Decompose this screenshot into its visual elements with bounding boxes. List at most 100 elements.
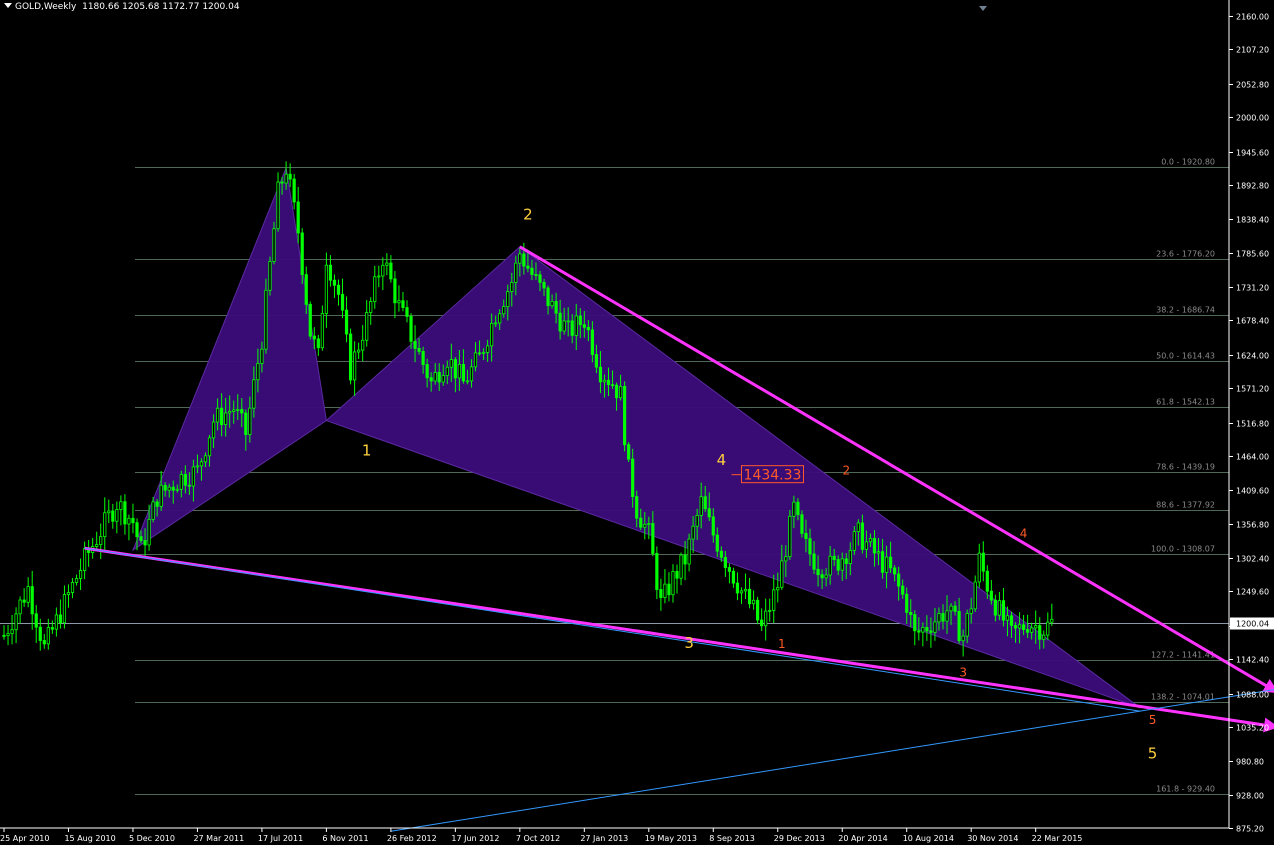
candle-body xyxy=(623,386,627,446)
candle-body xyxy=(147,518,151,546)
candle-body xyxy=(163,484,167,491)
candle-body xyxy=(224,412,228,426)
candle-body xyxy=(917,630,921,633)
candle-body xyxy=(550,300,554,307)
candle-body xyxy=(236,409,240,411)
candle-body xyxy=(123,501,127,525)
fib-level-label: 50.0 - 1614.43 xyxy=(1156,352,1215,361)
candle-body xyxy=(38,626,42,641)
chart-header: GOLD,Weekly 1180.66 1205.68 1172.77 1200… xyxy=(4,2,240,12)
candle-body xyxy=(889,556,893,569)
y-tick-label: 875.20 xyxy=(1236,825,1264,834)
candle-body xyxy=(901,585,905,595)
candle-body xyxy=(207,437,212,457)
x-tick-label: 25 Apr 2010 xyxy=(0,834,49,843)
candle-body xyxy=(651,523,655,554)
candle-body xyxy=(711,516,715,536)
candle-body xyxy=(1046,621,1050,636)
y-tick-label: 1249.60 xyxy=(1236,588,1269,597)
candle-body xyxy=(199,461,204,467)
candle-body xyxy=(897,573,901,587)
candle-body xyxy=(913,614,917,632)
candle-body xyxy=(494,322,498,325)
candle-body xyxy=(50,627,54,630)
wave-label: 5 xyxy=(1149,713,1157,727)
candle-body xyxy=(357,349,361,353)
candle-body xyxy=(909,612,913,615)
candle-body xyxy=(695,515,699,527)
candle-body xyxy=(715,534,719,552)
candle-body xyxy=(627,444,631,460)
candle-body xyxy=(526,265,530,269)
candle-body xyxy=(159,484,163,507)
candle-body xyxy=(941,613,945,622)
candle-body xyxy=(401,300,405,308)
candle-body xyxy=(852,531,856,551)
candle-body xyxy=(14,613,18,631)
candle-body xyxy=(683,554,687,565)
y-tick-label: 1892.80 xyxy=(1236,182,1269,191)
candle-body xyxy=(252,379,256,409)
candle-body xyxy=(905,593,909,613)
candle-body xyxy=(590,329,594,355)
candle-body xyxy=(973,581,977,610)
candle-body xyxy=(719,550,723,558)
current-price-tag-text: 1200.04 xyxy=(1236,620,1269,629)
candle-body xyxy=(667,583,671,596)
fib-level-label: 0.0 - 1920.80 xyxy=(1161,158,1215,167)
candle-body xyxy=(54,614,58,630)
candle-body xyxy=(2,634,6,637)
y-tick-label: 2107.20 xyxy=(1236,46,1269,55)
candle-body xyxy=(542,281,546,289)
candle-body xyxy=(119,501,123,510)
candle-body xyxy=(659,589,663,598)
candle-body xyxy=(332,279,337,286)
candle-body xyxy=(99,536,103,545)
candle-body xyxy=(582,324,586,328)
candle-body xyxy=(820,574,824,579)
harmonic-pattern xyxy=(131,165,1141,709)
candle-body xyxy=(780,560,784,588)
candle-body xyxy=(792,501,796,517)
candle-body xyxy=(743,588,748,592)
candle-body xyxy=(385,262,389,266)
candle-body xyxy=(232,409,236,412)
wave-label: 3 xyxy=(959,665,967,679)
candle-body xyxy=(316,338,320,349)
candle-body xyxy=(614,384,619,399)
candle-body xyxy=(344,309,349,335)
candle-body xyxy=(860,522,864,550)
candle-body xyxy=(586,326,590,331)
candle-body xyxy=(481,352,486,354)
candle-body xyxy=(691,525,695,540)
chart-menu-icon[interactable] xyxy=(4,3,12,8)
candle-body xyxy=(167,486,171,491)
candle-body xyxy=(95,544,99,547)
candle-body xyxy=(768,610,772,612)
candle-body xyxy=(433,372,437,382)
candle-body xyxy=(868,538,873,543)
candle-body xyxy=(880,551,885,573)
candle-body xyxy=(756,599,760,621)
candle-body xyxy=(155,501,159,507)
candle-body xyxy=(965,613,969,637)
candle-body xyxy=(1034,625,1038,629)
gold-weekly-chart[interactable]: 0.0 - 1920.80 23.6 - 1776.20 38.2 - 1686.7… xyxy=(0,0,1274,845)
wave-label: 1 xyxy=(778,637,786,651)
candle-body xyxy=(1038,625,1042,640)
candle-body xyxy=(195,465,200,468)
fib-level-label: 88.6 - 1377.92 xyxy=(1156,501,1215,510)
wave-label: 3 xyxy=(684,634,694,652)
candle-body xyxy=(268,261,272,291)
candle-body xyxy=(143,540,147,546)
y-tick-label: 1571.20 xyxy=(1236,385,1269,394)
candle-body xyxy=(671,570,675,596)
candle-body xyxy=(796,501,800,516)
candle-body xyxy=(812,553,816,570)
candle-body xyxy=(248,407,252,436)
candle-body xyxy=(461,364,466,382)
candle-body xyxy=(639,517,643,528)
candle-body xyxy=(703,496,707,510)
candle-body xyxy=(373,276,377,302)
candle-body xyxy=(824,574,828,579)
